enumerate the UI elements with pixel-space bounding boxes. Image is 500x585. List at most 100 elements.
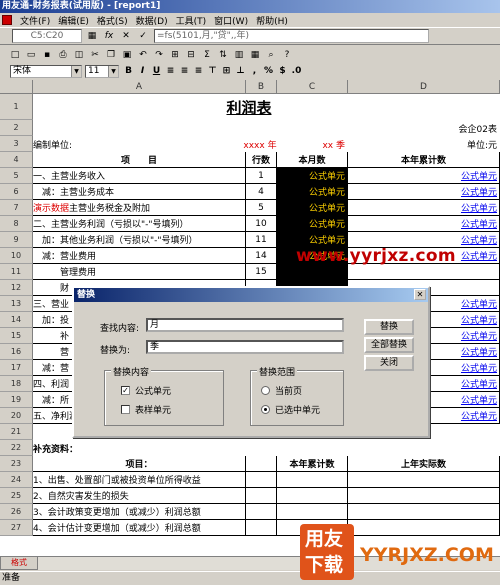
- sum-icon[interactable]: Σ: [200, 47, 214, 61]
- row-header[interactable]: 17: [0, 360, 33, 376]
- row-header[interactable]: 3: [0, 136, 33, 152]
- cell-b4[interactable]: 行数: [246, 152, 277, 168]
- cell-d4[interactable]: 本年累计数: [348, 152, 500, 168]
- column-header-d[interactable]: D: [348, 80, 500, 94]
- cell-c11[interactable]: [277, 264, 348, 280]
- sheet-tab-format[interactable]: 格式: [0, 556, 38, 570]
- cell-d26[interactable]: [348, 504, 500, 520]
- cell-c5[interactable]: 公式单元: [277, 168, 348, 184]
- cell-c25[interactable]: [277, 488, 348, 504]
- align-left-icon[interactable]: ≡: [164, 65, 177, 78]
- fx-icon[interactable]: fx: [102, 29, 116, 43]
- cell-a27[interactable]: 4、会计估计变更增加（或减少）利润总额: [33, 520, 246, 536]
- cell-d2[interactable]: 会企02表: [348, 120, 500, 136]
- formula-input[interactable]: =fs(5101,月,"贷",,年): [154, 29, 429, 43]
- open-icon[interactable]: ▭: [24, 47, 38, 61]
- row-header[interactable]: 14: [0, 312, 33, 328]
- menu-edit[interactable]: 编辑(E): [58, 14, 89, 27]
- help-icon[interactable]: ?: [280, 47, 294, 61]
- cell-b11[interactable]: 15: [246, 264, 277, 280]
- row-header[interactable]: 4: [0, 152, 33, 168]
- row-header[interactable]: 21: [0, 424, 33, 440]
- row-header[interactable]: 18: [0, 376, 33, 392]
- replace-button[interactable]: 替换: [364, 319, 414, 335]
- cell-a4[interactable]: 项 目: [33, 152, 246, 168]
- formula-checkbox[interactable]: ✓: [121, 386, 130, 395]
- cell-c8[interactable]: 公式单元: [277, 216, 348, 232]
- undo-icon[interactable]: ↶: [136, 47, 150, 61]
- row-header[interactable]: 27: [0, 520, 33, 536]
- row-header[interactable]: 8: [0, 216, 33, 232]
- menu-tools[interactable]: 工具(T): [176, 14, 207, 27]
- cell-c2[interactable]: [277, 120, 348, 136]
- font-select[interactable]: 宋体 ▼: [10, 64, 82, 78]
- find-input[interactable]: 月: [146, 318, 344, 332]
- cell-reference[interactable]: C5:C20: [12, 29, 82, 43]
- menu-help[interactable]: 帮助(H): [256, 14, 288, 27]
- cell-a10[interactable]: 减：营业费用: [33, 248, 246, 264]
- cell-b7[interactable]: 5: [246, 200, 277, 216]
- confirm-icon[interactable]: ✓: [136, 29, 150, 43]
- close-button[interactable]: 关闭: [364, 355, 414, 371]
- cell-c22[interactable]: [277, 440, 348, 456]
- cell-c4[interactable]: 本月数: [277, 152, 348, 168]
- currency-icon[interactable]: $: [276, 65, 289, 78]
- row-header[interactable]: 16: [0, 344, 33, 360]
- cancel-icon[interactable]: ✕: [119, 29, 133, 43]
- decimal-icon[interactable]: .0: [290, 65, 303, 78]
- underline-button[interactable]: U: [150, 65, 163, 78]
- row-header[interactable]: 13: [0, 296, 33, 312]
- menu-file[interactable]: 文件(F): [20, 14, 50, 27]
- cell-b10[interactable]: 14: [246, 248, 277, 264]
- cell-a2[interactable]: [33, 120, 246, 136]
- cell-d11[interactable]: [348, 264, 500, 280]
- align-center-icon[interactable]: ≡: [178, 65, 191, 78]
- table-checkbox[interactable]: [121, 405, 130, 414]
- cell-d23[interactable]: 上年实际数: [348, 456, 500, 472]
- cell-c24[interactable]: [277, 472, 348, 488]
- cell-b26[interactable]: [246, 504, 277, 520]
- valign-bottom-icon[interactable]: ⊥: [234, 65, 247, 78]
- close-icon[interactable]: ✕: [414, 289, 426, 300]
- cell-d5[interactable]: 公式单元: [348, 168, 500, 184]
- cell-b6[interactable]: 4: [246, 184, 277, 200]
- cell-a6[interactable]: 减：主营业务成本: [33, 184, 246, 200]
- row-header[interactable]: 7: [0, 200, 33, 216]
- column-header-b[interactable]: B: [246, 80, 277, 94]
- cell-b24[interactable]: [246, 472, 277, 488]
- corner-header[interactable]: [0, 80, 33, 94]
- cell-c23[interactable]: 本年累计数: [277, 456, 348, 472]
- cell-d22[interactable]: [348, 440, 500, 456]
- cell-a7[interactable]: 演示数据 主营业务税金及附加: [33, 200, 246, 216]
- cell-d27[interactable]: [348, 520, 500, 536]
- new-icon[interactable]: □: [8, 47, 22, 61]
- paste-icon[interactable]: ▣: [120, 47, 134, 61]
- row-header[interactable]: 20: [0, 408, 33, 424]
- row-header[interactable]: 24: [0, 472, 33, 488]
- column-header-a[interactable]: A: [33, 80, 246, 94]
- cell-b2[interactable]: [246, 120, 277, 136]
- cell-a23[interactable]: 项目：: [33, 456, 246, 472]
- replace-all-button[interactable]: 全部替换: [364, 337, 414, 353]
- cell-d25[interactable]: [348, 488, 500, 504]
- cell-c3[interactable]: xx 季: [277, 136, 348, 152]
- row-header[interactable]: 19: [0, 392, 33, 408]
- font-size-select[interactable]: 11 ▼: [85, 64, 119, 78]
- cell-a8[interactable]: 二、主营业务利润（亏损以"-"号填列）: [33, 216, 246, 232]
- current-page-radio[interactable]: [261, 386, 270, 395]
- row-header[interactable]: 5: [0, 168, 33, 184]
- cell-b25[interactable]: [246, 488, 277, 504]
- delete-icon[interactable]: ⊟: [184, 47, 198, 61]
- valign-middle-icon[interactable]: ⊞: [220, 65, 233, 78]
- cell-b8[interactable]: 10: [246, 216, 277, 232]
- row-header[interactable]: 11: [0, 264, 33, 280]
- menu-data[interactable]: 数据(D): [136, 14, 168, 27]
- cell-a24[interactable]: 1、出售、处置部门或被投资单位所得收益: [33, 472, 246, 488]
- bold-button[interactable]: B: [122, 65, 135, 78]
- sort-icon[interactable]: ⇅: [216, 47, 230, 61]
- cell-b27[interactable]: [246, 520, 277, 536]
- row-header[interactable]: 9: [0, 232, 33, 248]
- grid-icon[interactable]: ▦: [248, 47, 262, 61]
- row-header[interactable]: 22: [0, 440, 33, 456]
- redo-icon[interactable]: ↷: [152, 47, 166, 61]
